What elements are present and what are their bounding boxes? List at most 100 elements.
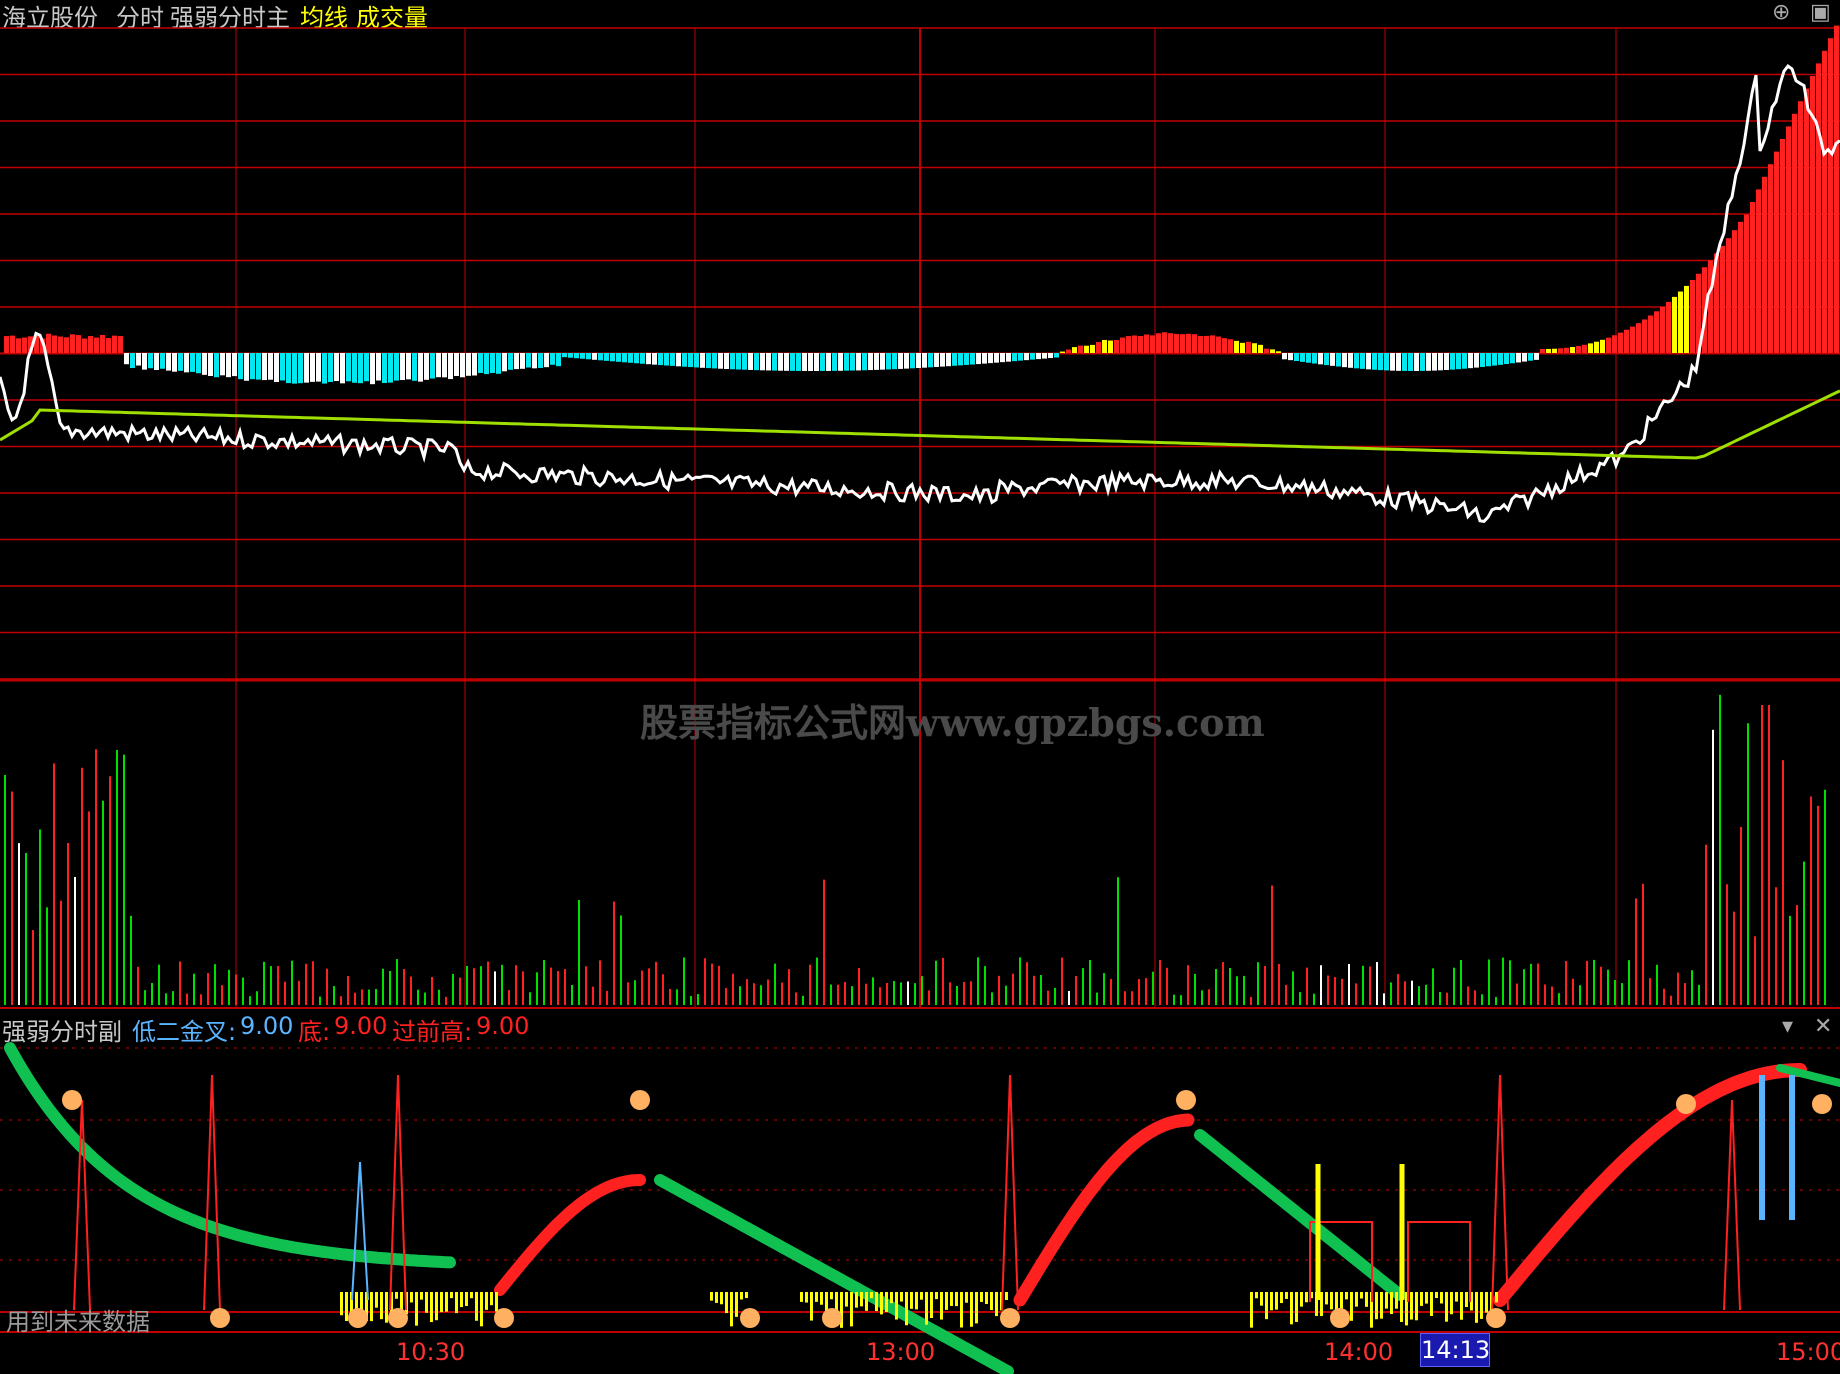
strength-bar (208, 353, 213, 376)
strength-bar (538, 353, 543, 368)
strength-bar (1600, 339, 1605, 353)
strength-bar (1168, 333, 1173, 353)
strength-bar (1492, 353, 1497, 366)
hand-up-icon (1176, 1090, 1196, 1110)
volume-bar (753, 983, 755, 1005)
strength-bar (316, 353, 321, 382)
volume-bar (970, 981, 972, 1005)
volume-bar (1691, 970, 1693, 1005)
volume-bar (690, 995, 692, 1005)
strength-bar (1090, 344, 1095, 353)
strength-bar (1528, 353, 1533, 361)
volume-bar (25, 853, 27, 1005)
strength-bar (838, 353, 843, 371)
volume-bar (550, 967, 552, 1005)
volume-bar (11, 791, 13, 1005)
strength-bar (1594, 341, 1599, 353)
dropdown-icon[interactable]: ▾ (1782, 1014, 1793, 1039)
strength-bar (1690, 279, 1695, 353)
strength-bar (418, 353, 423, 382)
strength-bar (1438, 353, 1443, 371)
volume-bar (1390, 982, 1392, 1005)
strength-bar (256, 353, 261, 380)
close-icon[interactable]: ✕ (1814, 1014, 1832, 1039)
volume-bar (907, 981, 909, 1005)
volume-bar (1628, 960, 1630, 1005)
volume-bar (837, 984, 839, 1005)
volume-bar (879, 987, 881, 1005)
strength-bar (1822, 50, 1827, 354)
volume-bar (1467, 986, 1469, 1005)
strength-bar (1576, 346, 1581, 353)
volume-bar (1383, 993, 1385, 1005)
signal-bar (1250, 1292, 1253, 1328)
strength-bar (754, 353, 759, 371)
signal-bar (1350, 1292, 1353, 1321)
signal-bar (1305, 1292, 1308, 1303)
signal-bar (1280, 1292, 1283, 1304)
volume-bar (60, 900, 62, 1005)
strength-bar (1522, 353, 1527, 362)
strength-bar (1516, 353, 1521, 363)
strength-bar (1018, 353, 1023, 361)
volume-bar (963, 981, 965, 1005)
strength-bar (1564, 347, 1569, 353)
strength-bar (1498, 353, 1503, 365)
strength-bar (946, 353, 951, 367)
strength-bar (1072, 347, 1077, 353)
strength-bar (1618, 332, 1623, 353)
signal-bar (1375, 1292, 1378, 1320)
volume-bar (998, 975, 1000, 1005)
volume-bar (956, 985, 958, 1005)
volume-bar (1810, 796, 1812, 1005)
signal-bar (925, 1292, 928, 1325)
strength-bar (1120, 337, 1125, 353)
volume-bar (900, 982, 902, 1005)
strength-bar (694, 353, 699, 368)
volume-bar (865, 983, 867, 1005)
signal-bar (345, 1292, 348, 1322)
strength-bar (1132, 335, 1137, 353)
low-two-cross-value: 9.00 (240, 1012, 294, 1040)
volume-bar (1292, 971, 1294, 1005)
sub-indicator-name[interactable]: 强弱分时副 (2, 1012, 122, 1047)
strength-bar (976, 353, 981, 365)
signal-bar (1495, 1292, 1498, 1303)
volume-bar (1131, 991, 1133, 1005)
strength-bar (160, 353, 165, 369)
strength-bar (172, 353, 177, 372)
volume-bar (1229, 967, 1231, 1005)
volume-bar (1684, 983, 1686, 1005)
strength-bar (1708, 260, 1713, 353)
strength-bar (1468, 353, 1473, 369)
strength-bar (1366, 353, 1371, 370)
strength-bar (184, 353, 189, 373)
volume-bar (1530, 963, 1532, 1005)
strength-bar (1762, 176, 1767, 353)
volume-bar (718, 965, 720, 1005)
strength-bar (556, 353, 561, 367)
signal-bar (470, 1292, 473, 1299)
volume-bar (697, 994, 699, 1005)
volume-bar (1607, 969, 1609, 1005)
signal-bar (900, 1292, 903, 1302)
volume-bar (32, 930, 34, 1005)
signal-bar (1345, 1292, 1348, 1300)
strength-bar (334, 353, 339, 382)
signal-bar (1295, 1292, 1298, 1322)
signal-bar (1300, 1292, 1303, 1307)
strength-bar (1078, 345, 1083, 353)
volume-bar (326, 968, 328, 1005)
strength-bar (880, 353, 885, 370)
volume-bar (67, 843, 69, 1005)
intraday-chart[interactable] (0, 0, 1840, 1374)
time-label-1030: 10:30 (396, 1338, 466, 1366)
strength-bar (1192, 334, 1197, 353)
volume-bar (844, 982, 846, 1005)
volume-bar (984, 966, 986, 1005)
hand-down-icon (494, 1308, 514, 1328)
strength-bar (1642, 319, 1647, 353)
volume-bar (1656, 964, 1658, 1005)
volume-bar (4, 774, 6, 1005)
signal-bar (715, 1292, 718, 1303)
